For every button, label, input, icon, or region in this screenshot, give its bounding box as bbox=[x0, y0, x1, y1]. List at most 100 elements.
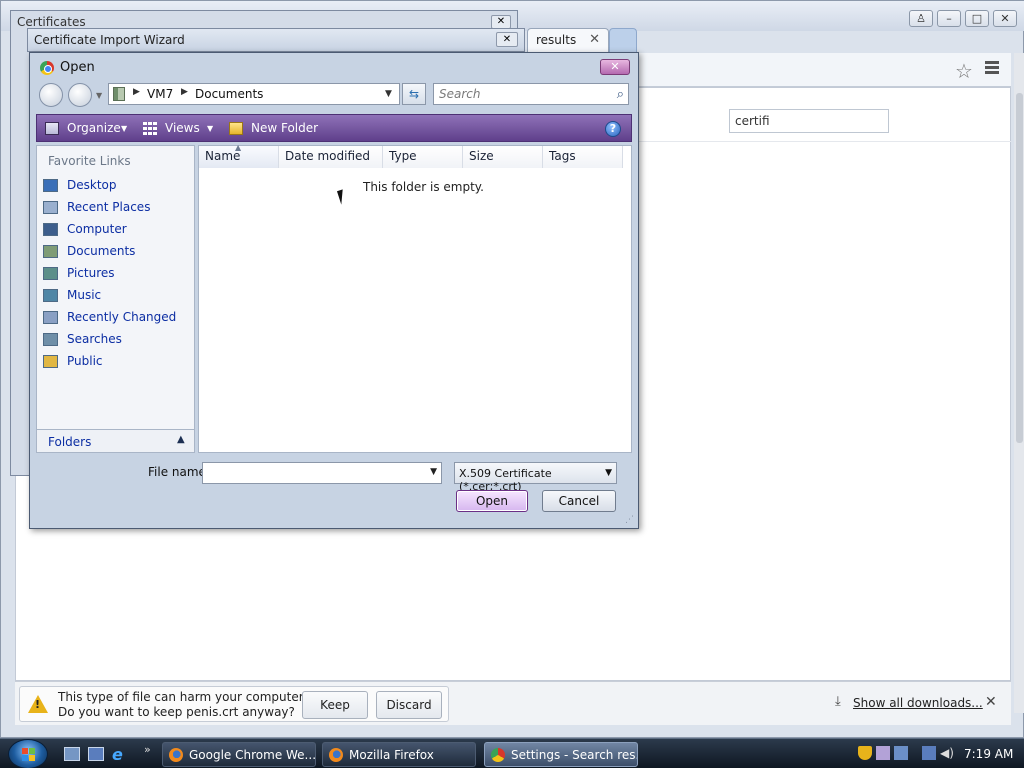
taskbar-item-chrome-web[interactable]: Google Chrome We... bbox=[162, 742, 316, 767]
warning-line-2: Do you want to keep penis.crt anyway? bbox=[58, 705, 295, 719]
close-window-button[interactable]: ✕ bbox=[993, 10, 1017, 27]
resize-grip-icon[interactable]: ⋰ bbox=[625, 515, 634, 525]
refresh-button[interactable]: ⇆ bbox=[402, 83, 426, 105]
breadcrumb-documents[interactable]: Documents bbox=[195, 87, 263, 101]
quicklaunch-more-icon[interactable]: » bbox=[144, 743, 151, 756]
column-header-size[interactable]: Size bbox=[463, 146, 543, 168]
taskbar-item-label: Google Chrome We... bbox=[189, 748, 316, 762]
chrome-icon bbox=[40, 61, 54, 75]
folders-label: Folders bbox=[48, 435, 92, 449]
system-tray: ◀) 7:19 AM bbox=[856, 742, 1024, 767]
file-type-select[interactable]: X.509 Certificate (*.cer;*.crt) ▼ bbox=[454, 462, 617, 493]
back-button[interactable] bbox=[39, 83, 63, 107]
address-dropdown-icon[interactable]: ▼ bbox=[385, 89, 392, 99]
tray-app-icon[interactable] bbox=[894, 746, 908, 760]
command-toolbar: Organize ▼ Views ▼ New Folder ? bbox=[36, 114, 632, 142]
maximize-button[interactable]: □ bbox=[965, 10, 989, 27]
file-name-input[interactable]: ▼ bbox=[202, 462, 442, 484]
show-desktop-icon[interactable] bbox=[64, 747, 80, 761]
nav-item-documents[interactable]: Documents bbox=[43, 242, 191, 262]
column-header-date-modified[interactable]: Date modified bbox=[279, 146, 383, 168]
internet-explorer-icon[interactable]: e bbox=[112, 745, 128, 764]
nav-item-label: Pictures bbox=[67, 266, 115, 280]
nav-item-recently-changed[interactable]: Recently Changed bbox=[43, 308, 191, 328]
divider bbox=[639, 141, 1011, 142]
organize-dropdown-icon[interactable]: ▼ bbox=[121, 124, 127, 133]
nav-item-recent-places[interactable]: Recent Places bbox=[43, 198, 191, 218]
download-item: This type of file can harm your computer… bbox=[19, 686, 449, 722]
search-placeholder: Search bbox=[439, 87, 481, 101]
help-icon[interactable]: ? bbox=[605, 121, 621, 137]
taskbar-item-settings[interactable]: Settings - Search res... bbox=[484, 742, 638, 767]
switch-windows-icon[interactable] bbox=[88, 747, 104, 761]
nav-item-label: Computer bbox=[67, 222, 127, 236]
discard-button[interactable]: Discard bbox=[376, 691, 442, 719]
tab-results[interactable]: results ✕ bbox=[527, 28, 609, 52]
open-button[interactable]: Open bbox=[456, 490, 528, 512]
minimize-button[interactable]: – bbox=[937, 10, 961, 27]
folders-toggle[interactable]: Folders ▲ bbox=[36, 429, 195, 453]
download-bar-close-icon[interactable]: ✕ bbox=[985, 694, 997, 710]
cancel-button[interactable]: Cancel bbox=[542, 490, 616, 512]
address-bar[interactable]: ▶ VM7 ▶ Documents ▼ bbox=[108, 83, 400, 105]
organize-button[interactable]: Organize bbox=[67, 121, 121, 135]
volume-icon[interactable]: ◀) bbox=[940, 746, 954, 760]
nav-item-pictures[interactable]: Pictures bbox=[43, 264, 191, 284]
organize-icon bbox=[45, 122, 59, 135]
column-header-name[interactable]: ▲ Name bbox=[199, 143, 279, 168]
chrome-menu-icon[interactable] bbox=[985, 61, 999, 76]
keep-button[interactable]: Keep bbox=[302, 691, 368, 719]
new-tab-button[interactable] bbox=[609, 28, 637, 52]
tray-app-icon[interactable] bbox=[876, 746, 890, 760]
nav-item-music[interactable]: Music bbox=[43, 286, 191, 306]
nav-item-desktop[interactable]: Desktop bbox=[43, 176, 191, 196]
nav-item-label: Recently Changed bbox=[67, 310, 177, 324]
certificates-close-button[interactable]: ✕ bbox=[491, 15, 511, 29]
nav-item-public[interactable]: Public bbox=[43, 352, 191, 372]
file-list[interactable]: ▲ Name Date modified Type Size Tags This… bbox=[198, 143, 632, 453]
search-input[interactable]: Search ⌕ bbox=[433, 83, 629, 105]
settings-search-input[interactable]: certifi bbox=[729, 109, 889, 133]
profile-icon[interactable]: ♙ bbox=[909, 10, 933, 27]
new-folder-button[interactable]: New Folder bbox=[251, 121, 318, 135]
security-shield-icon[interactable] bbox=[858, 746, 872, 760]
file-name-dropdown-icon[interactable]: ▼ bbox=[430, 467, 437, 477]
forward-button[interactable] bbox=[68, 83, 92, 107]
column-header-tags[interactable]: Tags bbox=[543, 146, 623, 168]
recent-places-icon bbox=[43, 201, 58, 214]
wizard-close-button[interactable]: ✕ bbox=[496, 32, 518, 47]
history-dropdown-icon[interactable]: ▼ bbox=[96, 91, 102, 100]
certificates-title: Certificates bbox=[17, 15, 86, 29]
nav-item-computer[interactable]: Computer bbox=[43, 220, 191, 240]
bookmark-star-icon[interactable]: ☆ bbox=[955, 59, 973, 83]
dialog-title: Open bbox=[60, 60, 95, 75]
file-type-dropdown-icon[interactable]: ▼ bbox=[605, 468, 612, 478]
dialog-close-button[interactable]: ✕ bbox=[600, 59, 630, 75]
chevron-up-icon[interactable]: ▲ bbox=[177, 434, 185, 445]
taskbar-item-label: Settings - Search res... bbox=[511, 748, 638, 762]
scrollbar-thumb[interactable] bbox=[1016, 93, 1023, 443]
show-all-downloads-link[interactable]: Show all downloads... bbox=[853, 696, 983, 710]
download-arrow-icon: ⤓ bbox=[835, 694, 841, 709]
search-icon[interactable]: ⌕ bbox=[617, 87, 624, 102]
tab-close-icon[interactable]: ✕ bbox=[589, 32, 600, 47]
start-button[interactable] bbox=[8, 739, 48, 768]
firefox-icon bbox=[169, 748, 183, 762]
page-scrollbar[interactable] bbox=[1014, 53, 1024, 713]
taskbar: e » Google Chrome We... Mozilla Firefox … bbox=[0, 738, 1024, 768]
taskbar-item-firefox[interactable]: Mozilla Firefox bbox=[322, 742, 476, 767]
searches-icon bbox=[43, 333, 58, 346]
breadcrumb-arrow-icon[interactable]: ▶ bbox=[181, 87, 188, 97]
taskbar-item-label: Mozilla Firefox bbox=[349, 748, 434, 762]
mouse-cursor-icon bbox=[336, 189, 348, 205]
views-button[interactable]: Views bbox=[165, 121, 200, 135]
warning-icon bbox=[28, 695, 48, 713]
column-header-type[interactable]: Type bbox=[383, 146, 463, 168]
breadcrumb-arrow-icon[interactable]: ▶ bbox=[133, 87, 140, 97]
breadcrumb-vm7[interactable]: VM7 bbox=[147, 87, 173, 101]
network-icon[interactable] bbox=[922, 746, 936, 760]
clock[interactable]: 7:19 AM bbox=[964, 747, 1013, 761]
file-name-label: File name: bbox=[148, 465, 210, 479]
nav-item-searches[interactable]: Searches bbox=[43, 330, 191, 350]
views-dropdown-icon[interactable]: ▼ bbox=[207, 124, 213, 133]
